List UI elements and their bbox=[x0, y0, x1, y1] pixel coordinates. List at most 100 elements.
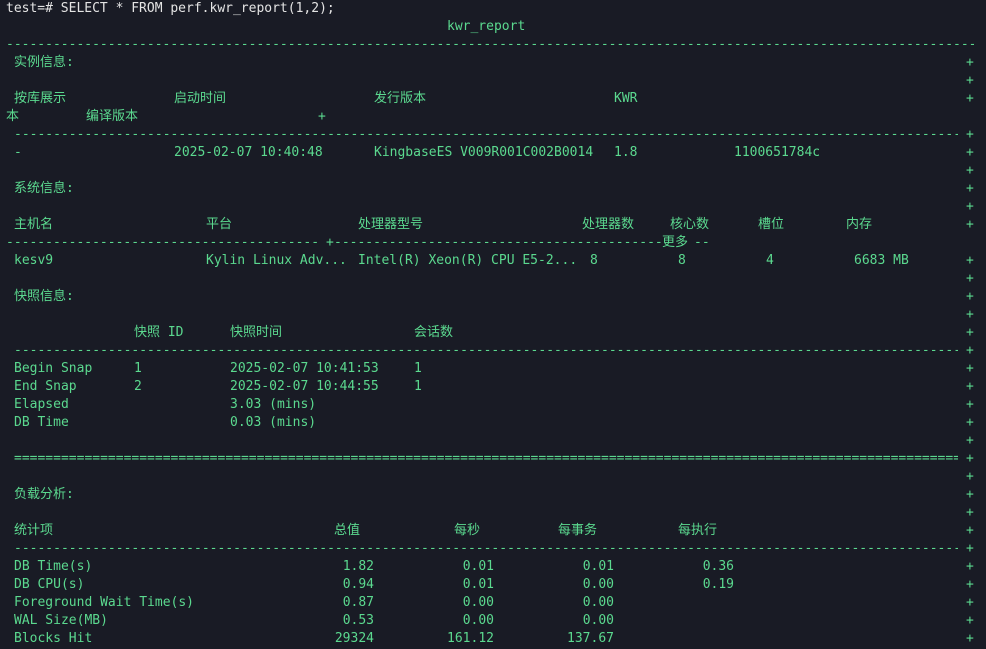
system-header-hostname: 主机名 bbox=[14, 217, 54, 232]
continuation-plus: + bbox=[966, 271, 974, 286]
system-header-cpu-count: 处理器数 bbox=[582, 217, 635, 232]
load-row-name: DB CPU(s) bbox=[14, 577, 85, 592]
elapsed-value: 3.03 (mins) bbox=[230, 397, 317, 412]
snapshot-divider: ----------------------------------------… bbox=[14, 343, 958, 358]
continuation-plus: + bbox=[966, 487, 974, 502]
instance-header-db: 按库展示 bbox=[14, 91, 67, 106]
system-header-platform: 平台 bbox=[206, 217, 233, 232]
command-line: test=# SELECT * FROM perf.kwr_report(1,2… bbox=[6, 1, 335, 16]
load-row-per-sec: 0.00 bbox=[462, 613, 494, 628]
continuation-plus: + bbox=[966, 631, 974, 646]
system-cores-value: 8 bbox=[678, 253, 686, 268]
continuation-plus: + bbox=[966, 181, 974, 196]
snapshot-section-title: 快照信息: bbox=[14, 289, 74, 304]
load-row-per-txn: 0.01 bbox=[582, 559, 614, 574]
load-row-name: WAL Size(MB) bbox=[14, 613, 108, 628]
system-divider-right: ----------------------------------------… bbox=[334, 235, 662, 250]
dbtime-value: 0.03 (mins) bbox=[230, 415, 317, 430]
instance-build-value: 1100651784c bbox=[734, 145, 821, 160]
load-row-per-sec: 161.12 bbox=[447, 631, 494, 646]
load-header-per-exec: 每执行 bbox=[678, 523, 718, 538]
load-row-total: 0.94 bbox=[342, 577, 374, 592]
system-cpu-model-value: Intel(R) Xeon(R) CPU E5-2... bbox=[358, 253, 578, 268]
load-row-per-txn: 0.00 bbox=[582, 595, 614, 610]
continuation-plus: + bbox=[966, 523, 974, 538]
load-row-total: 0.53 bbox=[342, 613, 374, 628]
instance-header-start-time: 启动时间 bbox=[174, 91, 227, 106]
instance-header-wrap: 本 bbox=[6, 109, 20, 124]
system-cpu-count-value: 8 bbox=[590, 253, 598, 268]
load-header-per-txn: 每事务 bbox=[558, 523, 598, 538]
continuation-plus: + bbox=[966, 451, 974, 466]
load-row-per-sec: 0.01 bbox=[462, 559, 494, 574]
more-prompt-dashes: ----------------------------------------… bbox=[694, 235, 710, 250]
continuation-plus: + bbox=[966, 379, 974, 394]
wrap-plus: + bbox=[318, 109, 326, 124]
header-divider: ----------------------------------------… bbox=[6, 37, 974, 52]
instance-header-kwr: KWR bbox=[614, 91, 638, 106]
system-header-memory: 内存 bbox=[846, 217, 873, 232]
continuation-plus: + bbox=[966, 55, 974, 70]
load-row-total: 0.87 bbox=[342, 595, 374, 610]
continuation-plus: + bbox=[966, 613, 974, 628]
continuation-plus: + bbox=[966, 325, 974, 340]
snapshot-header-id: 快照 ID bbox=[134, 325, 184, 340]
more-prompt[interactable]: 更多 bbox=[662, 234, 688, 252]
dbtime-label: DB Time bbox=[14, 415, 69, 430]
terminal-window[interactable]: test=# SELECT * FROM perf.kwr_report(1,2… bbox=[0, 0, 986, 649]
load-row-per-sec: 0.01 bbox=[462, 577, 494, 592]
system-header-cores: 核心数 bbox=[670, 217, 710, 232]
continuation-plus: + bbox=[966, 343, 974, 358]
continuation-plus: + bbox=[966, 397, 974, 412]
continuation-plus: + bbox=[966, 145, 974, 160]
instance-release-value: KingbaseES V009R001C002B0014 bbox=[374, 145, 594, 160]
continuation-plus: + bbox=[966, 199, 974, 214]
load-row-per-sec: 0.00 bbox=[462, 595, 494, 610]
elapsed-label: Elapsed bbox=[14, 397, 69, 412]
load-header-per-sec: 每秒 bbox=[454, 523, 481, 538]
snapshot-row-label: End Snap bbox=[14, 379, 77, 394]
instance-header-release: 发行版本 bbox=[374, 91, 427, 106]
load-section-title: 负载分析: bbox=[14, 487, 74, 502]
load-header-item: 统计项 bbox=[14, 523, 54, 538]
load-row-name: DB Time(s) bbox=[14, 559, 93, 574]
system-header-cpu-model: 处理器型号 bbox=[358, 217, 424, 232]
snapshot-row-sessions: 1 bbox=[414, 361, 422, 376]
load-row-name: Blocks Hit bbox=[14, 631, 93, 646]
result-column-header: kwr_report bbox=[447, 19, 526, 34]
system-header-sockets: 槽位 bbox=[758, 217, 785, 232]
continuation-plus: + bbox=[966, 307, 974, 322]
continuation-plus: + bbox=[966, 91, 974, 106]
load-row-per-txn: 0.00 bbox=[582, 613, 614, 628]
continuation-plus: + bbox=[966, 559, 974, 574]
snapshot-row-label: Begin Snap bbox=[14, 361, 93, 376]
system-hostname-value: kesv9 bbox=[14, 253, 54, 268]
instance-header-build: 编译版本 bbox=[86, 109, 139, 124]
continuation-plus: + bbox=[966, 289, 974, 304]
instance-kwr-value: 1.8 bbox=[614, 145, 638, 160]
continuation-plus: + bbox=[966, 595, 974, 610]
load-header-total: 总值 bbox=[334, 523, 361, 538]
instance-divider: ----------------------------------------… bbox=[14, 127, 958, 142]
load-row-total: 29324 bbox=[334, 631, 374, 646]
continuation-plus: + bbox=[966, 163, 974, 178]
snapshot-header-time: 快照时间 bbox=[230, 325, 283, 340]
snapshot-row-time: 2025-02-07 10:44:55 bbox=[230, 379, 379, 394]
load-divider: ----------------------------------------… bbox=[14, 541, 958, 556]
instance-section-title: 实例信息: bbox=[14, 55, 74, 70]
load-row-per-exec: 0.36 bbox=[702, 559, 734, 574]
continuation-plus: + bbox=[966, 433, 974, 448]
snapshot-row-time: 2025-02-07 10:41:53 bbox=[230, 361, 379, 376]
load-row-per-txn: 137.67 bbox=[567, 631, 614, 646]
system-divider-plus: + bbox=[326, 235, 334, 250]
system-platform-value: Kylin Linux Adv... bbox=[206, 253, 347, 268]
continuation-plus: + bbox=[966, 127, 974, 142]
snapshot-row-sessions: 1 bbox=[414, 379, 422, 394]
snapshot-header-sessions: 会话数 bbox=[414, 325, 454, 340]
continuation-plus: + bbox=[966, 505, 974, 520]
continuation-plus: + bbox=[966, 577, 974, 592]
instance-db-value: - bbox=[14, 145, 22, 160]
continuation-plus: + bbox=[966, 253, 974, 268]
instance-start-time-value: 2025-02-07 10:40:48 bbox=[174, 145, 323, 160]
snapshot-row-id: 2 bbox=[134, 379, 142, 394]
